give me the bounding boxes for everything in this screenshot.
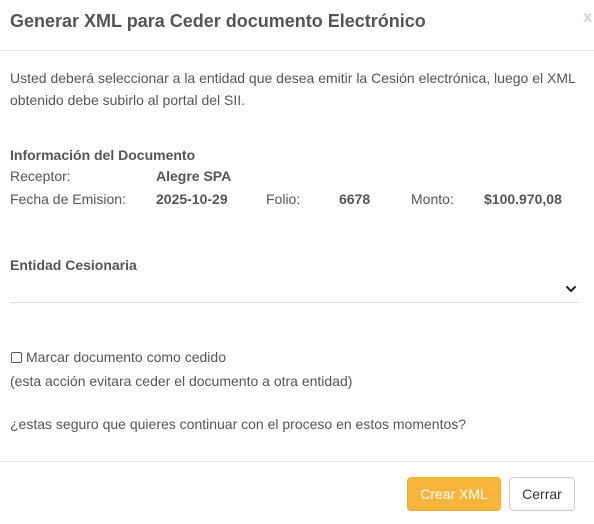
confirmation-question: ¿estas seguro que quieres continuar con … (10, 416, 467, 432)
receptor-value: Alegre SPA (156, 168, 232, 184)
receptor-label: Receptor: (10, 168, 71, 184)
fecha-value: 2025-10-29 (156, 191, 228, 207)
modal-header: Generar XML para Ceder documento Electró… (0, 0, 594, 51)
cedido-checkbox[interactable] (11, 351, 22, 363)
modal-title: Generar XML para Ceder documento Electró… (10, 11, 426, 31)
cerrar-button[interactable]: Cerrar (509, 477, 575, 511)
modal-footer: Crear XML Cerrar (0, 461, 594, 524)
intro-text: Usted deberá seleccionar a la entidad qu… (10, 70, 576, 108)
cedido-checkbox-row: Marcar documento como cedido (11, 349, 226, 365)
close-icon[interactable]: x (583, 9, 592, 27)
entidad-select[interactable] (10, 279, 579, 303)
entidad-title: Entidad Cesionaria (10, 257, 137, 273)
cedido-checkbox-label[interactable]: Marcar documento como cedido (26, 349, 226, 365)
fecha-label: Fecha de Emision: (10, 191, 126, 207)
cesion-modal: Generar XML para Ceder documento Electró… (0, 0, 594, 524)
monto-label: Monto: (411, 191, 454, 207)
crear-xml-button[interactable]: Crear XML (407, 477, 501, 511)
folio-value: 6678 (339, 191, 371, 207)
cedido-note: (esta acción evitara ceder el documento … (10, 373, 353, 389)
chevron-down-icon (566, 286, 576, 292)
monto-value: $100.970,08 (484, 191, 562, 207)
folio-label: Folio: (266, 191, 301, 207)
document-info-title: Información del Documento (10, 147, 196, 163)
